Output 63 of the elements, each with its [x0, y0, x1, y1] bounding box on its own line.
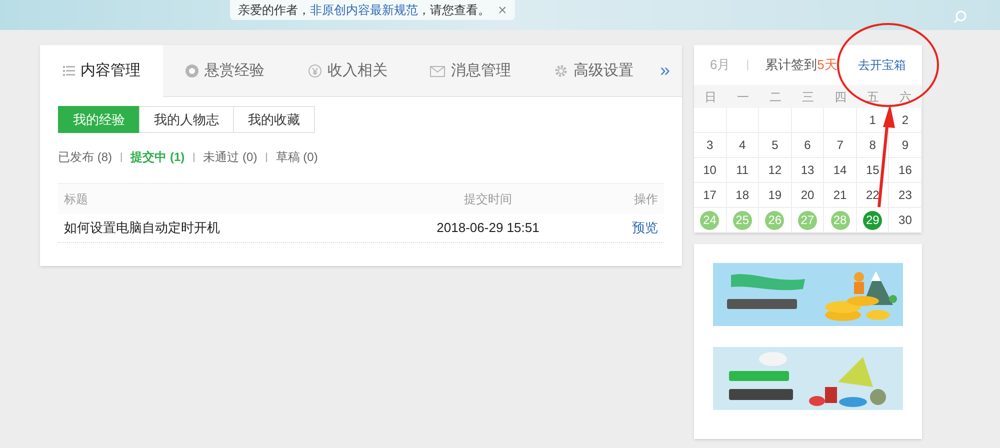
month-label: 6月	[710, 56, 730, 74]
filter-link[interactable]: 草稿 (0)	[276, 148, 318, 166]
calendar-day[interactable]: 19	[768, 186, 782, 204]
filter-link[interactable]: 已发布 (8)	[58, 148, 112, 166]
filter-link[interactable]: 未通过 (0)	[203, 148, 258, 166]
calendar-day[interactable]: 8	[869, 136, 876, 154]
weekday-label: 五	[866, 88, 880, 106]
list-icon	[62, 66, 74, 76]
calendar-day[interactable]: 7	[836, 136, 844, 154]
calendar-day[interactable]: 17	[703, 186, 716, 204]
tab[interactable]: 高级设置	[532, 45, 655, 97]
gear-icon	[554, 64, 568, 78]
subtab[interactable]: 我的收藏	[233, 106, 315, 133]
calendar-day[interactable]: 3	[706, 136, 714, 154]
calendar-day[interactable]: 6	[804, 136, 811, 154]
calendar-day[interactable]: 11	[736, 161, 749, 179]
calendar-day[interactable]: 22	[866, 186, 880, 204]
calendar-day[interactable]: 2	[902, 111, 909, 129]
calendar-day[interactable]: 21	[833, 186, 847, 204]
calendar-day[interactable]: 30	[898, 211, 912, 229]
calendar-day[interactable]: 5	[772, 136, 778, 154]
notice-text: 亲爱的作者，非原创内容最新规范，请您查看。	[238, 2, 490, 19]
weekday-label: 三	[800, 88, 815, 106]
search-icon[interactable]	[953, 10, 967, 24]
streak-label: 累计签到	[765, 56, 818, 74]
calendar-day[interactable]: 1	[869, 111, 876, 129]
calendar-day[interactable]: 29	[863, 210, 882, 230]
subtab[interactable]: 我的人物志	[139, 106, 234, 133]
column-header: 标题	[64, 191, 89, 208]
tab[interactable]: 悬赏经验	[163, 45, 286, 97]
table-cell-text: 2018-06-29 15:51	[436, 219, 540, 238]
table-cell-text: 如何设置电脑自动定时开机	[64, 219, 221, 238]
coin-icon	[184, 64, 198, 78]
streak-value: 5天	[817, 56, 838, 74]
calendar-day[interactable]: 10	[703, 161, 716, 179]
separator: |	[746, 58, 750, 73]
calendar-day[interactable]: 12	[768, 161, 782, 179]
calendar-day[interactable]: 18	[736, 186, 750, 204]
calendar-day[interactable]: 16	[898, 161, 912, 179]
calendar-day[interactable]: 15	[866, 161, 880, 179]
weekday-label: 二	[768, 88, 782, 106]
separator: |	[192, 150, 196, 164]
preview-link[interactable]: 预览	[588, 218, 658, 238]
mail-icon	[430, 66, 445, 76]
calendar-day[interactable]: 13	[800, 161, 814, 179]
calendar-day[interactable]: 14	[833, 161, 847, 179]
column-header: 操作	[633, 191, 658, 208]
tab[interactable]: 消息管理	[409, 45, 532, 97]
weekday-label: 一	[736, 88, 750, 106]
separator: |	[265, 150, 268, 164]
yen-icon	[308, 64, 322, 78]
treasure-link[interactable]: 去开宝箱	[858, 56, 906, 74]
tab[interactable]: 内容管理	[40, 45, 163, 97]
weekday-label: 四	[834, 88, 848, 106]
column-header: 提交时间	[463, 191, 513, 208]
weekday-label: 日	[703, 88, 718, 106]
calendar-day[interactable]: 9	[902, 136, 909, 154]
tab[interactable]: 收入相关	[286, 45, 409, 97]
calendar-day[interactable]: 4	[739, 136, 746, 154]
separator: |	[120, 150, 123, 164]
more-tabs-button[interactable]: »	[660, 45, 670, 96]
calendar-day[interactable]: 23	[898, 186, 912, 204]
calendar-day[interactable]: 20	[800, 186, 814, 204]
